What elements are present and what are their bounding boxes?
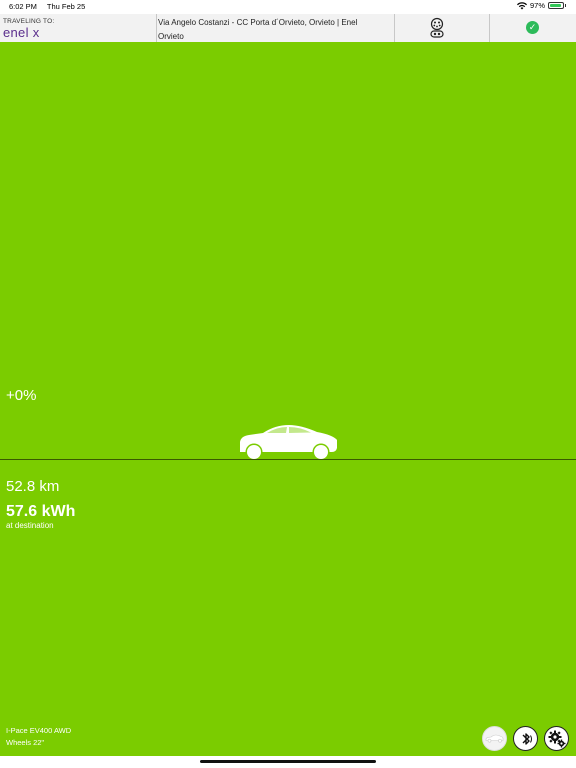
traveling-to-label: TRAVELING TO: (3, 18, 55, 25)
destination-address[interactable]: Via Angelo Costanzi - CC Porta d´Orvieto… (158, 16, 388, 44)
bluetooth-button[interactable] (513, 726, 538, 751)
header-divider (156, 14, 157, 42)
distance-value: 52.8 km (6, 478, 60, 495)
vehicle-icon (485, 734, 504, 743)
check-icon[interactable]: ✓ (526, 21, 539, 34)
energy-value: 57.6 kWh (6, 503, 76, 520)
wifi-icon (516, 1, 527, 9)
vehicle-name: I-Pace EV400 AWD (6, 726, 72, 735)
status-time: 6:02 PM (9, 2, 37, 11)
status-bar: 6:02 PM Thu Feb 25 97% (0, 0, 576, 14)
battery-icon (548, 2, 564, 9)
settings-icon (548, 730, 565, 747)
header-divider (394, 14, 395, 42)
connector-icon[interactable] (428, 17, 446, 39)
energy-label: at destination (6, 521, 54, 530)
car-icon (240, 425, 337, 461)
destination-line1: Via Angelo Costanzi - CC Porta d´Orvieto… (158, 18, 358, 27)
status-date: Thu Feb 25 (46, 2, 86, 11)
settings-button[interactable] (544, 726, 569, 751)
bluetooth-icon (522, 732, 532, 745)
header-divider (489, 14, 490, 42)
vehicle-button[interactable] (482, 726, 507, 751)
soc-change: +0% (6, 387, 37, 404)
status-indicators: 97% (516, 1, 566, 10)
status-time-date: 6:02 PM Thu Feb 25 (9, 2, 93, 11)
battery-percent: 97% (529, 1, 545, 10)
vehicle-wheels: Wheels 22" (6, 738, 45, 747)
home-indicator[interactable] (200, 760, 376, 763)
trip-view: +0% 52.8 km 57.6 kWh at destination I-Pa… (0, 42, 576, 756)
brand-logo: enel x (3, 25, 40, 40)
destination-header: TRAVELING TO: enel x Via Angelo Costanzi… (0, 14, 576, 43)
route-line (0, 459, 576, 460)
